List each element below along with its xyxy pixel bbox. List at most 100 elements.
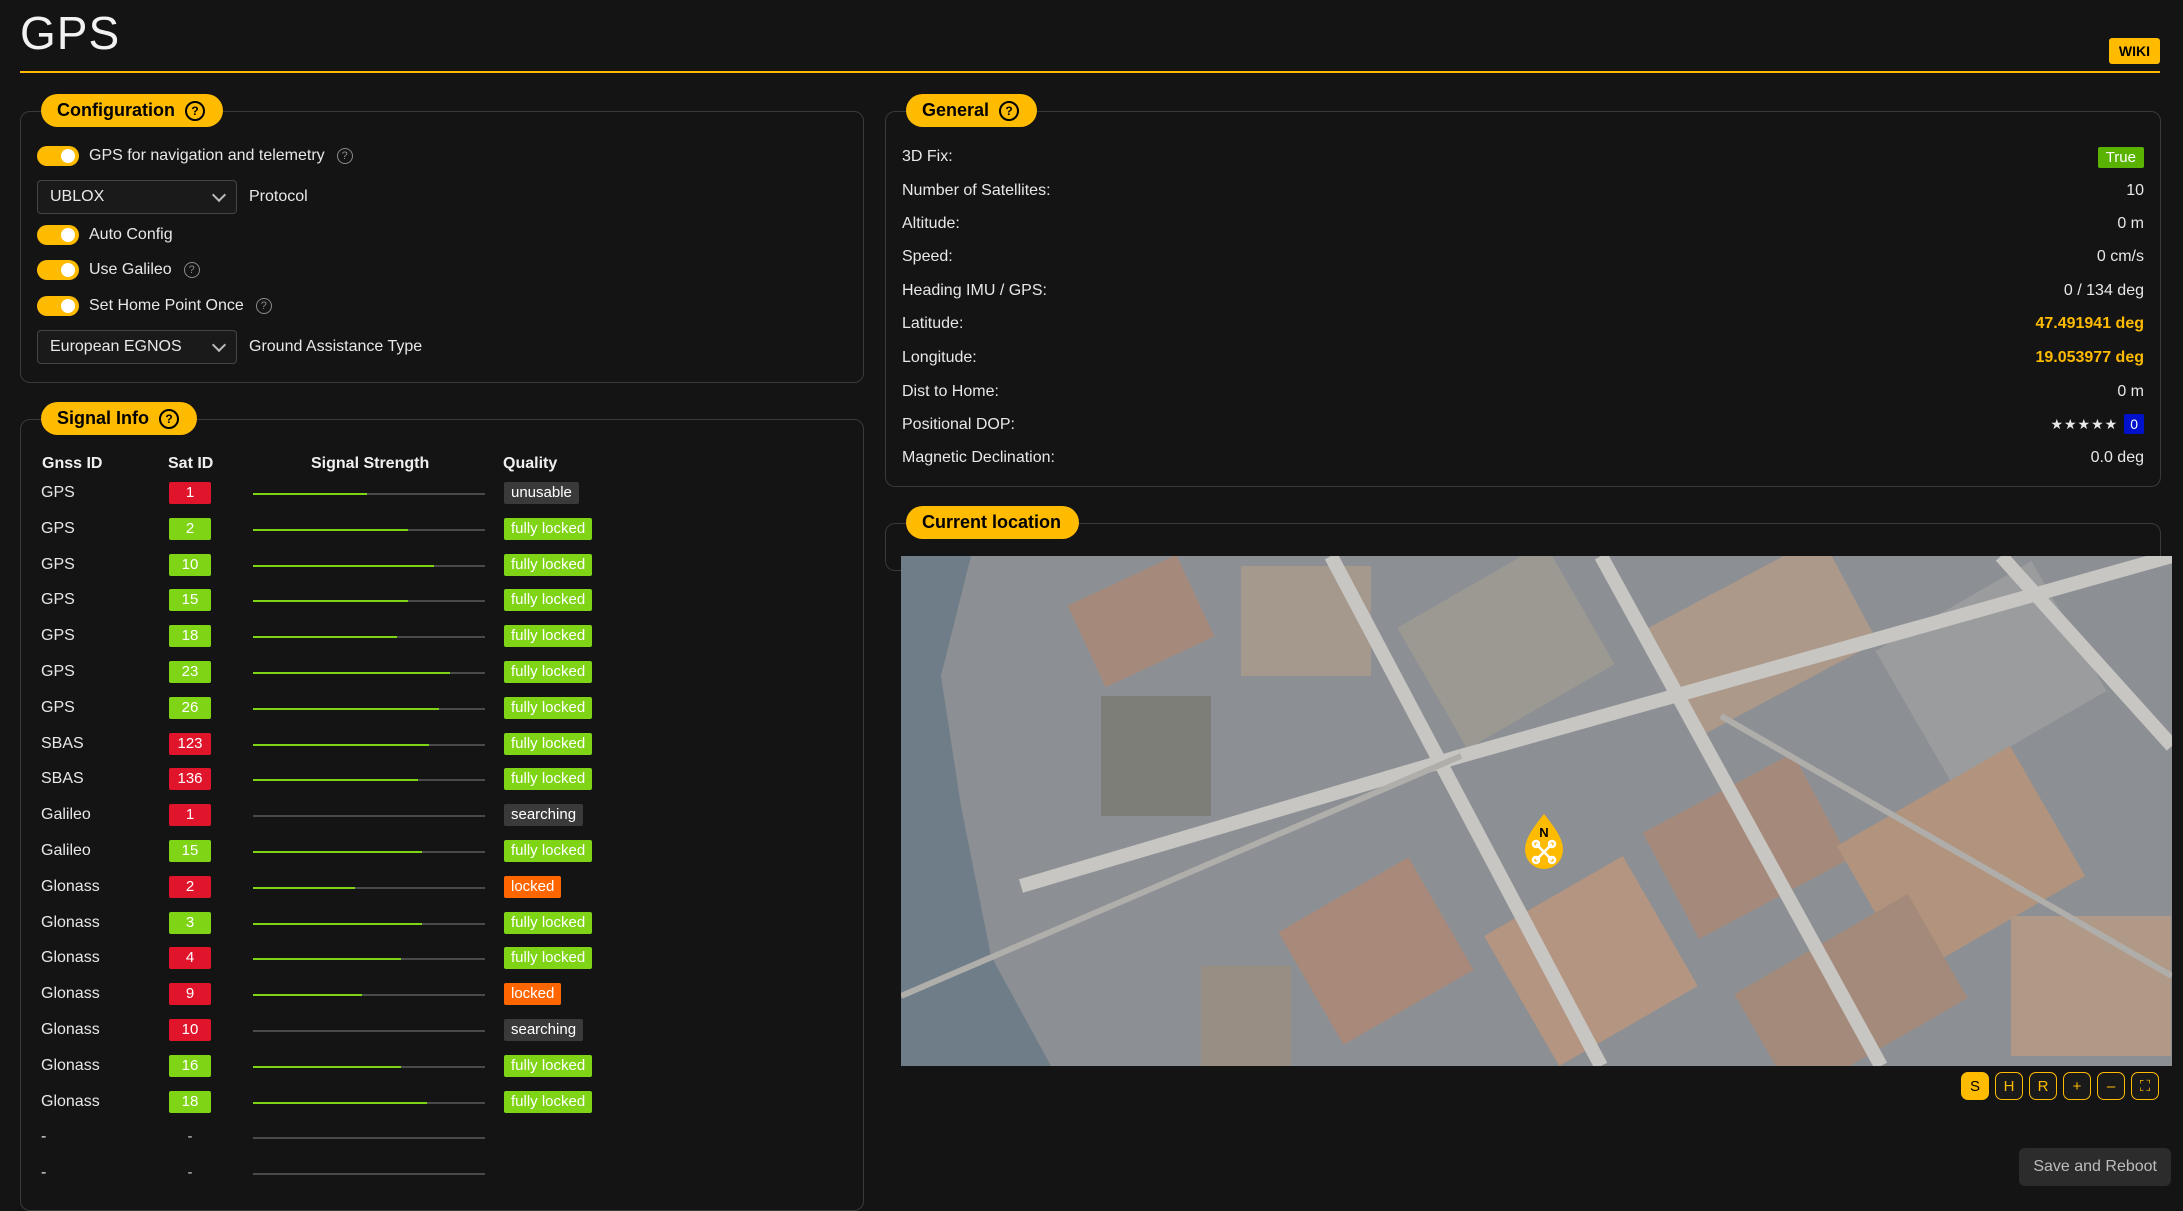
use-galileo-row: Use Galileo ? <box>37 260 200 280</box>
signal-strength-bar <box>253 707 485 710</box>
sat-id-badge: 123 <box>169 732 211 755</box>
table-row: GPS 2 fully locked <box>21 516 841 546</box>
table-row: GPS 23 fully locked <box>21 659 841 689</box>
help-icon[interactable]: ? <box>159 408 179 429</box>
sat-id-badge: 10 <box>169 553 211 576</box>
signal-strength-bar <box>253 1030 485 1032</box>
help-icon[interactable]: ? <box>255 298 272 314</box>
signal-strength-fill <box>253 743 430 746</box>
gnss-id-cell: Glonass <box>41 877 100 895</box>
signal-strength-fill <box>253 1101 427 1104</box>
gnss-id-cell: Galileo <box>41 842 91 859</box>
sats-value: 10 <box>2126 182 2144 199</box>
signal-strength-fill <box>253 958 402 961</box>
signal-strength-bar <box>253 779 485 782</box>
home-value: 0 m <box>2117 383 2144 400</box>
help-icon[interactable]: ? <box>336 148 353 164</box>
gps-nav-label: GPS for navigation and telemetry <box>89 147 325 164</box>
help-icon[interactable]: ? <box>183 262 200 278</box>
configuration-header: Configuration ? <box>41 94 223 127</box>
heading-value: 0 / 134 deg <box>2063 282 2144 299</box>
quality-badge: fully locked <box>504 1090 593 1113</box>
heading-row: Heading IMU / GPS: 0 / 134 deg <box>902 278 2144 304</box>
col-strength-header: Signal Strength <box>311 455 430 472</box>
signal-strength-fill <box>253 922 423 925</box>
sats-row: Number of Satellites: 10 <box>902 178 2144 204</box>
home-row: Dist to Home: 0 m <box>902 379 2144 405</box>
chevron-down-icon <box>211 337 227 353</box>
quality-badge: fully locked <box>504 625 593 648</box>
signal-strength-fill <box>253 1065 402 1068</box>
fullscreen-icon[interactable]: ⛶ <box>2131 1072 2159 1100</box>
gnss-id-cell: GPS <box>41 484 75 501</box>
signal-strength-fill <box>253 564 434 567</box>
gps-nav-toggle[interactable] <box>37 146 79 166</box>
gnss-id-cell: Glonass <box>41 949 100 967</box>
help-icon[interactable]: ? <box>184 100 205 121</box>
heading-label: Heading IMU / GPS: <box>902 282 1047 299</box>
gnss-id-cell: GPS <box>41 519 75 537</box>
configuration-panel: Configuration ? GPS for navigation and t… <box>20 94 864 383</box>
sat-id-badge: 18 <box>169 1090 211 1113</box>
protocol-select[interactable]: UBLOX <box>37 180 237 214</box>
sat-id-badge: 1 <box>169 482 211 504</box>
auto-config-toggle[interactable] <box>37 225 79 245</box>
sat-id-badge: 18 <box>169 625 211 648</box>
speed-row: Speed: 0 cm/s <box>902 244 2144 270</box>
location-header: Current location <box>906 506 1080 539</box>
signal-strength-bar <box>253 636 485 639</box>
dop-stars: ★★★★★ <box>2050 416 2119 432</box>
configuration-title: Configuration <box>57 100 175 120</box>
fix-label: 3D Fix: <box>902 148 953 165</box>
home-point-toggle[interactable] <box>37 296 79 316</box>
general-panel: General ? 3D Fix: True Number of Satelli… <box>885 94 2161 487</box>
assistance-select[interactable]: European EGNOS <box>37 330 237 364</box>
table-row: -- <box>21 1160 841 1190</box>
signal-strength-fill <box>253 779 418 782</box>
assistance-row: European EGNOS Ground Assistance Type <box>37 330 422 364</box>
marker-letter: N <box>1539 825 1548 840</box>
map-hybrid-button[interactable]: H <box>1995 1072 2023 1100</box>
table-row: Galileo 15 fully locked <box>21 838 841 868</box>
signal-info-header: Signal Info ? <box>41 402 197 435</box>
location-marker-icon: N <box>1525 814 1563 869</box>
dop-row: Positional DOP: ★★★★★ 0 <box>902 412 2144 438</box>
help-icon[interactable]: ? <box>999 100 1020 121</box>
gnss-id-cell: Glonass <box>41 1092 100 1110</box>
title-divider <box>20 71 2160 73</box>
table-row: Glonass 10 searching <box>21 1017 841 1047</box>
dop-value: 0 <box>2124 414 2144 434</box>
map-road-button[interactable]: R <box>2029 1072 2057 1100</box>
sat-id-badge: 15 <box>169 589 211 612</box>
signal-info-panel: Signal Info ? Gnss ID Sat ID Signal Stre… <box>20 402 864 1211</box>
table-row: -- <box>21 1124 841 1154</box>
quality-badge: fully locked <box>504 517 593 540</box>
table-row: Galileo 1 searching <box>21 802 841 832</box>
sat-id-badge: 10 <box>169 1019 211 1041</box>
signal-strength-fill <box>253 851 423 853</box>
use-galileo-toggle[interactable] <box>37 260 79 280</box>
dop-label: Positional DOP: <box>902 416 1015 433</box>
col-gnss-header: Gnss ID <box>42 455 103 472</box>
map-satellite-button[interactable]: S <box>1961 1072 1989 1100</box>
gnss-id-cell: GPS <box>41 627 75 645</box>
satellite-map[interactable]: N <box>901 556 2172 1066</box>
sat-id-badge: - <box>187 1164 193 1182</box>
quality-badge: fully locked <box>504 553 593 576</box>
sat-id-badge: 9 <box>169 983 211 1006</box>
signal-strength-fill <box>253 886 356 889</box>
zoom-in-button[interactable]: + <box>2063 1072 2091 1100</box>
fix-row: 3D Fix: True <box>902 144 2144 170</box>
use-galileo-label: Use Galileo <box>89 261 172 278</box>
wiki-button[interactable]: WIKI <box>2108 38 2160 64</box>
zoom-out-button[interactable]: – <box>2097 1072 2125 1100</box>
alt-label: Altitude: <box>902 215 960 232</box>
chevron-down-icon <box>211 187 227 203</box>
fix-value: True <box>2097 146 2144 168</box>
table-row: GPS 10 fully locked <box>21 552 841 582</box>
gnss-id-cell: SBAS <box>41 770 84 788</box>
signal-strength-bar <box>253 922 485 925</box>
lat-row: Latitude: 47.491941 deg <box>902 311 2144 337</box>
signal-strength-bar <box>253 958 485 961</box>
save-and-reboot-button[interactable]: Save and Reboot <box>2019 1148 2171 1186</box>
